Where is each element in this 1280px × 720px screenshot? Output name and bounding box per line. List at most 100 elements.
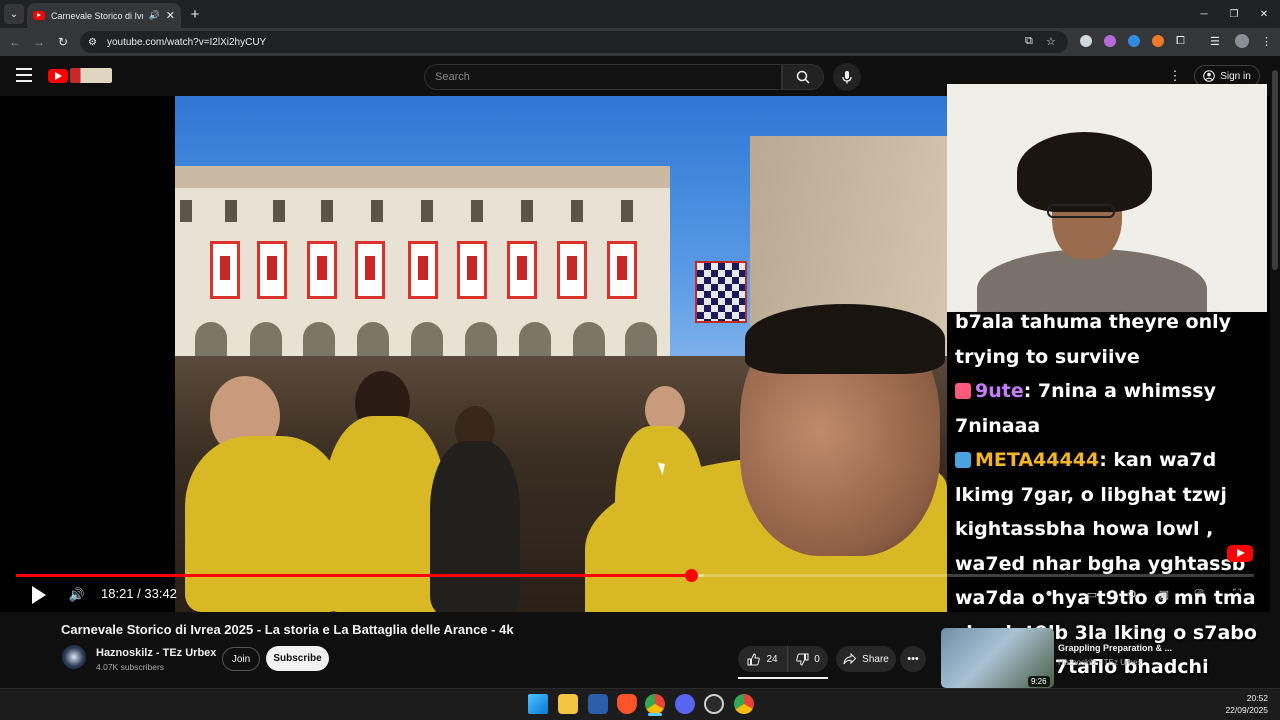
brave-browser-icon[interactable] — [617, 694, 637, 714]
fullscreen-icon[interactable]: ⛶ — [1228, 587, 1246, 601]
recommended-video-duration: 9:26 — [1028, 676, 1050, 687]
tab-close-icon[interactable]: ✕ — [166, 9, 175, 22]
obs-studio-icon[interactable] — [704, 694, 724, 714]
menu-icon[interactable] — [16, 68, 32, 82]
clock-date[interactable]: 22/09/2025 — [1212, 705, 1268, 715]
join-button[interactable]: Join — [222, 647, 260, 671]
video-title: Carnevale Storico di Ivrea 2025 - La sto… — [61, 622, 514, 637]
arrow-right-icon: → — [33, 35, 45, 49]
chat-message-line: kightassbha howa lowl , — [955, 518, 1214, 540]
cast-icon[interactable]: ⎚ — [1190, 587, 1208, 601]
settings-gear-icon[interactable]: ⚙ — [1123, 587, 1141, 601]
settings-more-icon[interactable]: ⋮ — [1168, 68, 1182, 84]
chrome-menu-icon[interactable]: ⋮ — [1261, 35, 1272, 48]
subtitles-icon[interactable]: ▭ — [1083, 587, 1101, 601]
share-button[interactable]: Share — [836, 646, 896, 672]
tab-search-button[interactable]: ⌄ — [4, 4, 24, 24]
reload-icon: ↻ — [57, 35, 69, 49]
address-bar[interactable]: ⚙ youtube.com/watch?v=I2lXi2hyCUY — [80, 31, 1068, 53]
dislike-count: 0 — [814, 653, 820, 665]
youtube-logo-icon[interactable] — [48, 69, 68, 83]
voice-search-button[interactable] — [833, 63, 861, 91]
search-input[interactable] — [435, 71, 781, 83]
recommended-video-title[interactable]: Grappling Preparation & ... — [1058, 643, 1258, 653]
youtube-favicon-icon — [33, 11, 45, 20]
extension-icon[interactable] — [1152, 35, 1164, 47]
discord-icon[interactable] — [675, 694, 695, 714]
focus-underline — [738, 677, 828, 679]
share-arrow-icon — [843, 653, 857, 665]
site-info-icon[interactable]: ⚙ — [88, 37, 97, 48]
play-icon[interactable] — [30, 585, 48, 605]
video-frame — [175, 96, 947, 612]
channel-avatar[interactable] — [62, 645, 86, 669]
recommended-video-channel[interactable]: Haznoskilz - TEz Urbex — [1058, 658, 1141, 667]
arrow-left-icon: ← — [9, 35, 21, 49]
extension-icon[interactable] — [1080, 35, 1092, 47]
address-url: youtube.com/watch?v=I2lXi2hyCUY — [106, 36, 267, 48]
chrome-taskbar-icon[interactable] — [645, 694, 665, 714]
window-restore-button[interactable]: ❐ — [1226, 6, 1242, 22]
chrome-profile-taskbar-icon[interactable] — [734, 694, 754, 714]
search-button[interactable] — [782, 64, 824, 90]
chat-message-line: wa7da o hya t9tlo o mn tma — [955, 587, 1256, 609]
window-minimize-button[interactable]: ─ — [1196, 6, 1212, 22]
volume-icon[interactable]: 🔊 — [68, 586, 86, 604]
browser-tab[interactable]: Carnevale Storico di Ivrea 2 🔊 ✕ — [27, 3, 181, 28]
search-icon — [796, 70, 810, 84]
extension-icon[interactable] — [1104, 35, 1116, 47]
sign-in-label: Sign in — [1220, 70, 1251, 82]
more-horizontal-icon: ••• — [907, 653, 919, 665]
back-button[interactable]: ← — [6, 33, 24, 51]
like-count: 24 — [766, 653, 778, 665]
like-dislike-group: 24 0 — [738, 646, 828, 672]
subscriber-count: 4.07K subscribers — [96, 662, 165, 672]
youtube-doodle-logo[interactable] — [70, 68, 112, 83]
forward-button[interactable]: → — [30, 33, 48, 51]
channel-name[interactable]: Haznoskilz - TEz Urbex — [96, 647, 216, 659]
miniplayer-icon[interactable]: ▣ — [1155, 587, 1173, 601]
chat-message-line: 9ute: 7nina a whimssy — [955, 374, 1255, 409]
progress-scrubber-handle[interactable] — [684, 569, 698, 582]
share-label: Share — [862, 653, 889, 665]
extension-icon[interactable] — [1128, 35, 1140, 47]
chevron-down-icon: ⌄ — [9, 8, 19, 20]
more-actions-button[interactable]: ••• — [900, 646, 926, 672]
autoplay-toggle-icon[interactable]: ⏺ — [1040, 587, 1058, 601]
window-close-button[interactable]: ✕ — [1256, 6, 1272, 22]
thumbs-up-icon — [747, 652, 761, 665]
bookmark-star-icon[interactable]: ☆ — [1046, 35, 1056, 48]
microphone-icon — [842, 71, 852, 84]
thumbs-down-icon — [796, 653, 809, 666]
dislike-button[interactable]: 0 — [788, 646, 828, 672]
active-app-indicator — [648, 713, 662, 716]
chat-message-line: b7ala tahuma theyre only — [955, 311, 1232, 333]
reading-list-icon[interactable]: ☰ — [1210, 35, 1220, 48]
like-button[interactable]: 24 — [738, 646, 788, 672]
video-editor-app-icon[interactable] — [588, 694, 608, 714]
chat-username: META44444 — [975, 449, 1100, 471]
scrollbar-thumb[interactable] — [1272, 70, 1278, 270]
chat-message-line: 7ninaaa — [955, 414, 1041, 437]
youtube-watermark-icon[interactable] — [1227, 545, 1253, 562]
reload-button[interactable]: ↻ — [54, 33, 72, 51]
windows-badge-icon — [955, 452, 971, 468]
chat-username: 9ute — [975, 380, 1024, 402]
audio-playing-icon[interactable]: 🔊 — [149, 10, 160, 21]
chat-message-text: : 7nina a whimssy — [1023, 380, 1216, 402]
search-box — [424, 64, 782, 90]
profile-avatar[interactable] — [1235, 34, 1249, 48]
webcam-overlay — [947, 84, 1267, 312]
install-app-icon[interactable]: ⧉ — [1025, 35, 1033, 48]
subscribe-button[interactable]: Subscribe — [266, 646, 329, 671]
chat-message-line: lkimg 7gar, o libghat tzwj — [955, 483, 1227, 506]
file-explorer-icon[interactable] — [558, 694, 578, 714]
chat-badge-icon — [955, 383, 971, 399]
new-tab-button[interactable]: + — [186, 5, 204, 23]
windows-start-icon[interactable] — [528, 694, 548, 714]
chat-message-line: trying to surviive — [955, 345, 1140, 368]
account-circle-icon — [1203, 70, 1216, 82]
puzzle-extensions-icon[interactable]: ⧠ — [1176, 35, 1185, 48]
time-display: 18:21 / 33:42 — [101, 586, 177, 601]
clock-time[interactable]: 20:52 — [1228, 693, 1268, 703]
